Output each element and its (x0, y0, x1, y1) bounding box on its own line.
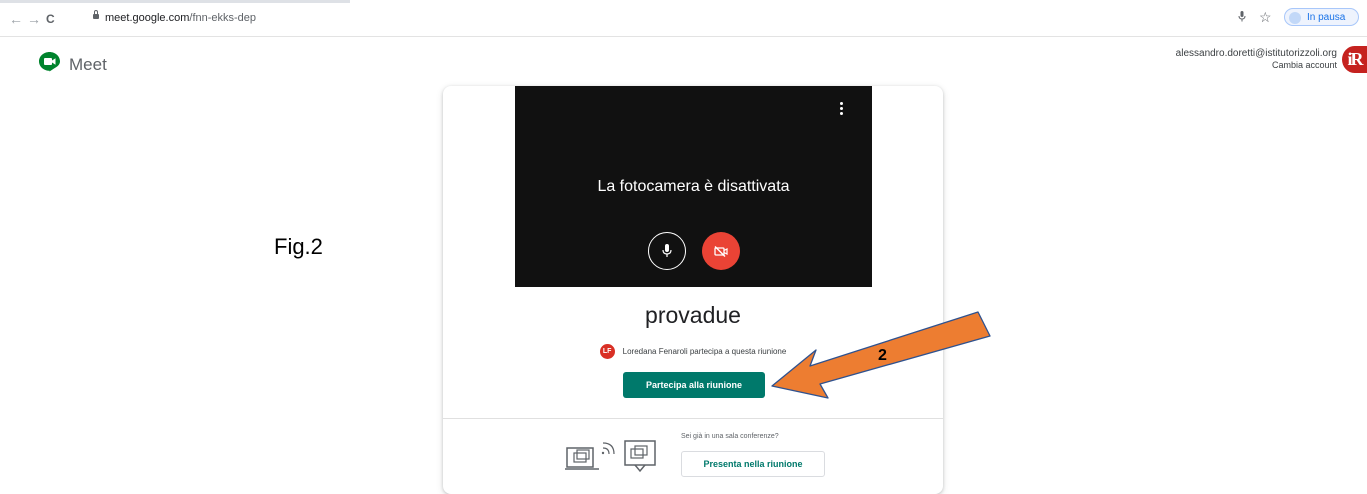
join-card: La fotocamera è disattivata provadue LF L… (443, 86, 943, 494)
switch-account-link[interactable]: Cambia account (1272, 60, 1337, 70)
microphone-button[interactable] (648, 232, 686, 270)
mic-icon[interactable] (1238, 11, 1246, 25)
meet-logo-icon[interactable] (38, 51, 61, 72)
join-meeting-button[interactable]: Partecipa alla riunione (623, 372, 765, 398)
divider (443, 418, 943, 419)
participant-text: Loredana Fenaroli partecipa a questa riu… (622, 347, 787, 356)
camera-toggle-button[interactable] (702, 232, 740, 270)
browser-toolbar: ← → C meet.google.com/fnn-ekks-dep ☆ In … (0, 0, 1367, 37)
account-avatar[interactable]: iR (1342, 46, 1367, 73)
profile-pause-chip[interactable]: In pausa (1284, 8, 1359, 26)
figure-label: Fig.2 (274, 234, 323, 259)
account-email: alessandro.doretti@istitutorizzoli.org (1175, 48, 1337, 59)
conference-question: Sei già in una sala conferenze? (681, 433, 779, 440)
present-meeting-button[interactable]: Presenta nella riunione (681, 451, 825, 477)
cast-devices-icon (565, 440, 656, 473)
forward-button[interactable]: → (27, 12, 41, 26)
active-tab-indicator (0, 0, 350, 3)
annotation-number: 2 (878, 347, 887, 364)
back-button[interactable]: ← (9, 12, 23, 26)
url-host: meet.google.com (105, 12, 190, 24)
microphone-icon (662, 244, 672, 257)
url-path: /fnn-ekks-dep (189, 12, 257, 24)
star-icon[interactable]: ☆ (1259, 9, 1272, 26)
video-preview: La fotocamera è disattivata (515, 86, 872, 287)
pause-label: In pausa (1307, 12, 1346, 23)
participant-avatar: LF (599, 344, 615, 359)
app-name: Meet (69, 55, 107, 74)
reload-button[interactable]: C (46, 12, 55, 26)
camera-status-text: La fotocamera è disattivata (597, 178, 790, 195)
more-options-icon[interactable] (840, 102, 844, 117)
address-bar[interactable]: meet.google.com/fnn-ekks-dep (105, 12, 256, 24)
profile-avatar-icon (1289, 12, 1301, 24)
camera-off-icon (714, 245, 728, 257)
kebab-menu-icon[interactable]: ⋮ (1361, 9, 1367, 26)
lock-icon[interactable] (93, 10, 99, 19)
